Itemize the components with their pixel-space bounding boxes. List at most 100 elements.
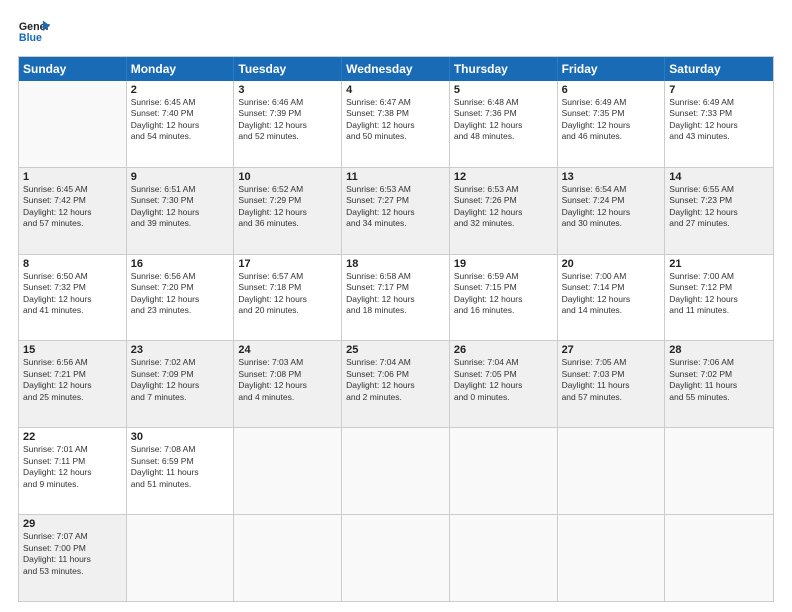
calendar-cell: 5Sunrise: 6:48 AMSunset: 7:36 PMDaylight… [450, 81, 558, 167]
calendar-cell [450, 515, 558, 601]
header-day-tuesday: Tuesday [234, 57, 342, 81]
day-info: Sunrise: 6:55 AMSunset: 7:23 PMDaylight:… [669, 184, 769, 230]
day-info: Sunrise: 7:06 AMSunset: 7:02 PMDaylight:… [669, 357, 769, 403]
calendar-cell: 2Sunrise: 6:45 AMSunset: 7:40 PMDaylight… [127, 81, 235, 167]
header-day-monday: Monday [127, 57, 235, 81]
calendar-cell: 3Sunrise: 6:46 AMSunset: 7:39 PMDaylight… [234, 81, 342, 167]
day-info: Sunrise: 7:03 AMSunset: 7:08 PMDaylight:… [238, 357, 337, 403]
day-info: Sunrise: 7:02 AMSunset: 7:09 PMDaylight:… [131, 357, 230, 403]
day-info: Sunrise: 7:00 AMSunset: 7:12 PMDaylight:… [669, 271, 769, 317]
day-number: 18 [346, 258, 445, 270]
day-info: Sunrise: 6:47 AMSunset: 7:38 PMDaylight:… [346, 97, 445, 143]
svg-text:Blue: Blue [19, 32, 42, 44]
calendar-cell [558, 428, 666, 514]
calendar-cell: 6Sunrise: 6:49 AMSunset: 7:35 PMDaylight… [558, 81, 666, 167]
day-number: 12 [454, 171, 553, 183]
logo: General Blue [18, 18, 50, 46]
calendar-cell [127, 515, 235, 601]
day-number: 26 [454, 344, 553, 356]
day-info: Sunrise: 6:54 AMSunset: 7:24 PMDaylight:… [562, 184, 661, 230]
day-info: Sunrise: 6:52 AMSunset: 7:29 PMDaylight:… [238, 184, 337, 230]
day-number: 5 [454, 84, 553, 96]
calendar-cell: 14Sunrise: 6:55 AMSunset: 7:23 PMDayligh… [665, 168, 773, 254]
day-number: 6 [562, 84, 661, 96]
day-number: 17 [238, 258, 337, 270]
day-number: 8 [23, 258, 122, 270]
day-number: 22 [23, 431, 122, 443]
day-info: Sunrise: 7:04 AMSunset: 7:05 PMDaylight:… [454, 357, 553, 403]
calendar-cell: 29Sunrise: 7:07 AMSunset: 7:00 PMDayligh… [19, 515, 127, 601]
day-info: Sunrise: 6:45 AMSunset: 7:42 PMDaylight:… [23, 184, 122, 230]
calendar-cell [234, 428, 342, 514]
calendar-cell [19, 81, 127, 167]
day-number: 16 [131, 258, 230, 270]
calendar-row: 29Sunrise: 7:07 AMSunset: 7:00 PMDayligh… [19, 515, 773, 601]
day-number: 13 [562, 171, 661, 183]
day-number: 11 [346, 171, 445, 183]
day-info: Sunrise: 6:50 AMSunset: 7:32 PMDaylight:… [23, 271, 122, 317]
day-number: 7 [669, 84, 769, 96]
day-number: 27 [562, 344, 661, 356]
day-number: 4 [346, 84, 445, 96]
day-number: 1 [23, 171, 122, 183]
calendar-cell [450, 428, 558, 514]
day-info: Sunrise: 7:07 AMSunset: 7:00 PMDaylight:… [23, 531, 122, 577]
day-info: Sunrise: 7:01 AMSunset: 7:11 PMDaylight:… [23, 444, 122, 490]
calendar-cell: 13Sunrise: 6:54 AMSunset: 7:24 PMDayligh… [558, 168, 666, 254]
day-info: Sunrise: 6:53 AMSunset: 7:27 PMDaylight:… [346, 184, 445, 230]
day-info: Sunrise: 7:04 AMSunset: 7:06 PMDaylight:… [346, 357, 445, 403]
calendar-cell: 28Sunrise: 7:06 AMSunset: 7:02 PMDayligh… [665, 341, 773, 427]
day-number: 23 [131, 344, 230, 356]
calendar-row: 2Sunrise: 6:45 AMSunset: 7:40 PMDaylight… [19, 81, 773, 168]
day-info: Sunrise: 6:59 AMSunset: 7:15 PMDaylight:… [454, 271, 553, 317]
day-number: 28 [669, 344, 769, 356]
day-number: 20 [562, 258, 661, 270]
calendar-cell [342, 515, 450, 601]
calendar-cell: 25Sunrise: 7:04 AMSunset: 7:06 PMDayligh… [342, 341, 450, 427]
calendar-cell [558, 515, 666, 601]
calendar-row: 15Sunrise: 6:56 AMSunset: 7:21 PMDayligh… [19, 341, 773, 428]
calendar-cell: 27Sunrise: 7:05 AMSunset: 7:03 PMDayligh… [558, 341, 666, 427]
day-number: 2 [131, 84, 230, 96]
header-day-friday: Friday [558, 57, 666, 81]
calendar-header: SundayMondayTuesdayWednesdayThursdayFrid… [19, 57, 773, 81]
day-number: 25 [346, 344, 445, 356]
day-number: 10 [238, 171, 337, 183]
day-number: 21 [669, 258, 769, 270]
calendar-row: 22Sunrise: 7:01 AMSunset: 7:11 PMDayligh… [19, 428, 773, 515]
day-info: Sunrise: 6:56 AMSunset: 7:20 PMDaylight:… [131, 271, 230, 317]
calendar: SundayMondayTuesdayWednesdayThursdayFrid… [18, 56, 774, 602]
day-info: Sunrise: 6:46 AMSunset: 7:39 PMDaylight:… [238, 97, 337, 143]
calendar-cell [342, 428, 450, 514]
calendar-cell: 19Sunrise: 6:59 AMSunset: 7:15 PMDayligh… [450, 255, 558, 341]
calendar-cell: 9Sunrise: 6:51 AMSunset: 7:30 PMDaylight… [127, 168, 235, 254]
calendar-cell: 23Sunrise: 7:02 AMSunset: 7:09 PMDayligh… [127, 341, 235, 427]
calendar-cell: 21Sunrise: 7:00 AMSunset: 7:12 PMDayligh… [665, 255, 773, 341]
day-number: 15 [23, 344, 122, 356]
calendar-cell: 22Sunrise: 7:01 AMSunset: 7:11 PMDayligh… [19, 428, 127, 514]
day-info: Sunrise: 6:51 AMSunset: 7:30 PMDaylight:… [131, 184, 230, 230]
calendar-body: 2Sunrise: 6:45 AMSunset: 7:40 PMDaylight… [19, 81, 773, 601]
calendar-cell: 11Sunrise: 6:53 AMSunset: 7:27 PMDayligh… [342, 168, 450, 254]
day-number: 3 [238, 84, 337, 96]
calendar-cell [234, 515, 342, 601]
day-info: Sunrise: 6:49 AMSunset: 7:35 PMDaylight:… [562, 97, 661, 143]
day-number: 24 [238, 344, 337, 356]
calendar-cell: 30Sunrise: 7:08 AMSunset: 6:59 PMDayligh… [127, 428, 235, 514]
calendar-cell: 17Sunrise: 6:57 AMSunset: 7:18 PMDayligh… [234, 255, 342, 341]
day-number: 30 [131, 431, 230, 443]
day-number: 14 [669, 171, 769, 183]
calendar-cell: 24Sunrise: 7:03 AMSunset: 7:08 PMDayligh… [234, 341, 342, 427]
day-info: Sunrise: 6:58 AMSunset: 7:17 PMDaylight:… [346, 271, 445, 317]
day-info: Sunrise: 6:49 AMSunset: 7:33 PMDaylight:… [669, 97, 769, 143]
calendar-cell: 10Sunrise: 6:52 AMSunset: 7:29 PMDayligh… [234, 168, 342, 254]
calendar-cell: 12Sunrise: 6:53 AMSunset: 7:26 PMDayligh… [450, 168, 558, 254]
day-number: 9 [131, 171, 230, 183]
calendar-cell: 18Sunrise: 6:58 AMSunset: 7:17 PMDayligh… [342, 255, 450, 341]
calendar-cell: 7Sunrise: 6:49 AMSunset: 7:33 PMDaylight… [665, 81, 773, 167]
calendar-cell: 4Sunrise: 6:47 AMSunset: 7:38 PMDaylight… [342, 81, 450, 167]
calendar-cell [665, 515, 773, 601]
day-info: Sunrise: 7:00 AMSunset: 7:14 PMDaylight:… [562, 271, 661, 317]
header-day-sunday: Sunday [19, 57, 127, 81]
header-day-thursday: Thursday [450, 57, 558, 81]
